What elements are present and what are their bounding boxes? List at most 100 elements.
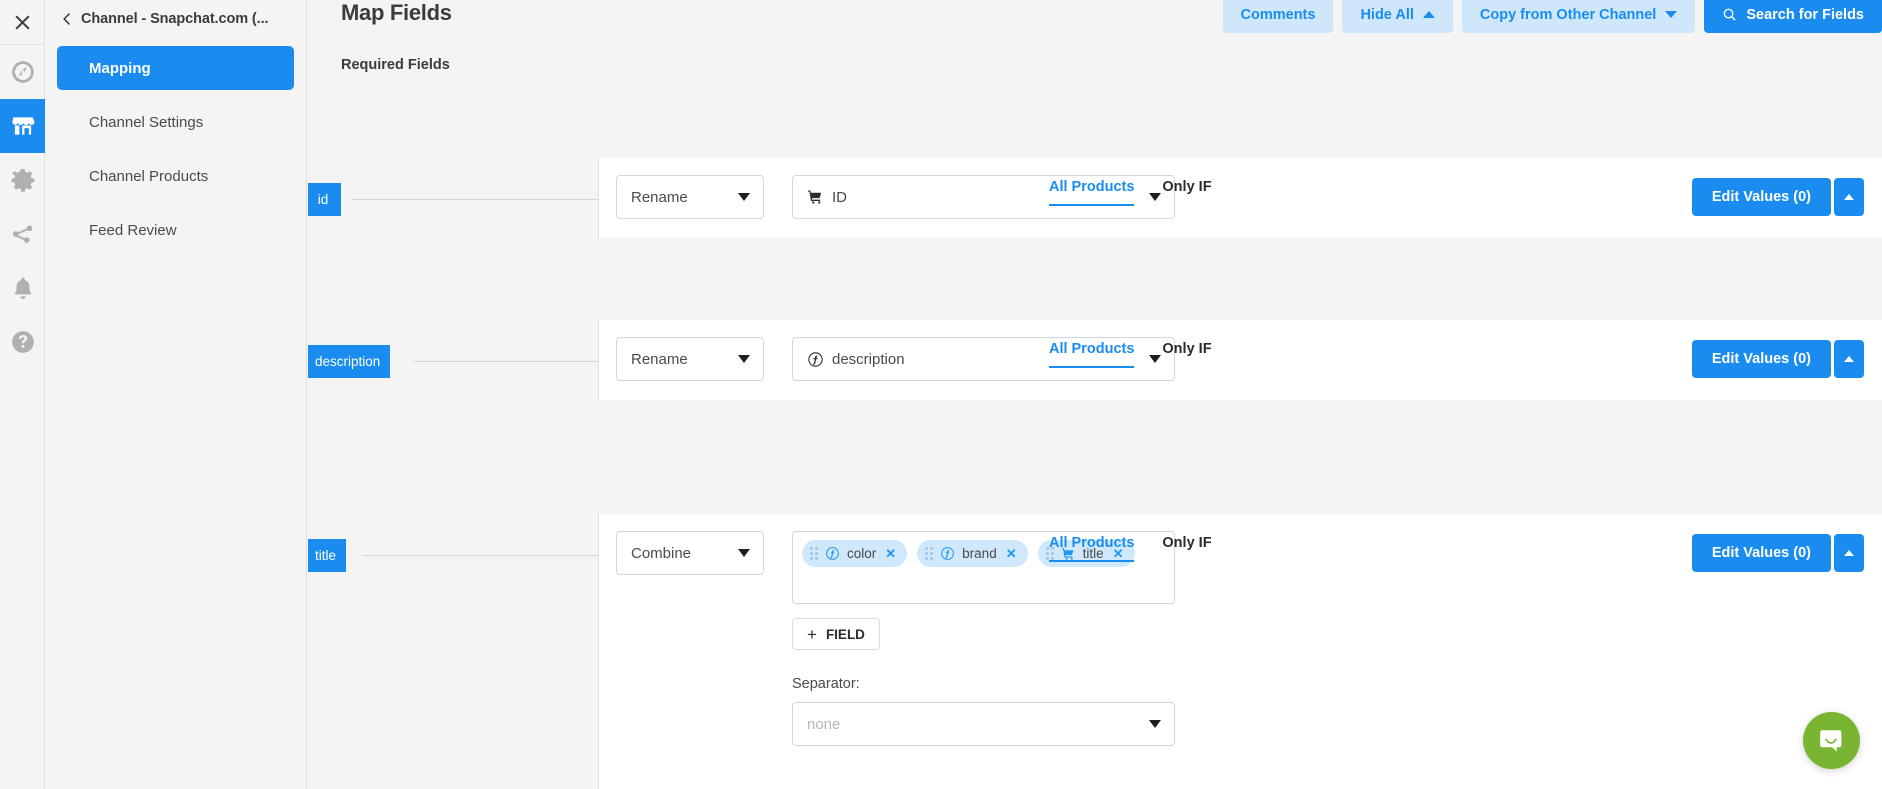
- separator-select[interactable]: none: [792, 702, 1175, 746]
- tab-label: Only IF: [1162, 341, 1211, 357]
- chat-bubble-icon: [1818, 727, 1846, 755]
- tab-only-if[interactable]: Only IF: [1162, 179, 1211, 204]
- sidebar-item-channel-products[interactable]: Channel Products: [57, 154, 294, 198]
- edit-values-label: Edit Values (0): [1712, 189, 1811, 205]
- dashboard-icon: [10, 59, 36, 85]
- source-field-label: ID: [832, 189, 847, 206]
- separator-label: Separator:: [792, 676, 1175, 692]
- separator-value: none: [807, 716, 840, 733]
- sidebar-item-label: Feed Review: [89, 222, 177, 239]
- field-tag-description[interactable]: description: [308, 345, 390, 378]
- remove-chip-icon[interactable]: ✕: [885, 546, 896, 562]
- mapping-row-id: id Rename ID: [308, 158, 1882, 238]
- mapping-card: Combine color: [598, 514, 1882, 789]
- icon-rail: [0, 0, 45, 789]
- field-tag-id[interactable]: id: [308, 183, 341, 216]
- tab-label: All Products: [1049, 341, 1134, 357]
- search-icon: [1722, 7, 1737, 22]
- field-chip-label: color: [847, 546, 876, 561]
- field-chip[interactable]: brand ✕: [917, 540, 1027, 567]
- mode-select-value: Combine: [631, 545, 691, 562]
- back-button[interactable]: [53, 5, 81, 33]
- panel-header: Channel - Snapchat.com (...: [45, 0, 306, 38]
- store-icon: [10, 113, 36, 139]
- sidebar-item-feed-review[interactable]: Feed Review: [57, 208, 294, 252]
- chat-launcher-button[interactable]: [1803, 712, 1860, 769]
- comments-button[interactable]: Comments: [1223, 0, 1334, 33]
- cart-icon: [807, 189, 824, 205]
- tab-only-if[interactable]: Only IF: [1162, 535, 1211, 560]
- sidebar-item-label: Mapping: [89, 60, 151, 77]
- tab-all-products[interactable]: All Products: [1049, 535, 1134, 562]
- edit-values-button[interactable]: Edit Values (0): [1692, 178, 1831, 216]
- chevron-up-icon: [1844, 550, 1854, 556]
- field-tag-title[interactable]: title: [308, 539, 346, 572]
- rail-item-store[interactable]: [0, 99, 45, 153]
- edit-values-expand-button[interactable]: [1834, 178, 1864, 216]
- mapping-row-description: description Rename de: [308, 320, 1882, 400]
- rail-item-dashboard[interactable]: [0, 45, 45, 99]
- chevron-left-icon: [60, 12, 74, 26]
- tab-label: Only IF: [1162, 535, 1211, 551]
- close-window-button[interactable]: [0, 0, 45, 45]
- drag-handle-icon[interactable]: [925, 547, 933, 560]
- sidebar-item-channel-settings[interactable]: Channel Settings: [57, 100, 294, 144]
- edit-values-button[interactable]: Edit Values (0): [1692, 534, 1831, 572]
- source-field-label: description: [832, 351, 905, 368]
- gear-icon: [10, 167, 36, 193]
- function-icon: [825, 546, 840, 561]
- edit-values-expand-button[interactable]: [1834, 340, 1864, 378]
- tab-only-if[interactable]: Only IF: [1162, 341, 1211, 366]
- mapping-row-title: title Combine: [308, 514, 1882, 789]
- add-field-button[interactable]: + FIELD: [792, 618, 880, 650]
- mode-select-id[interactable]: Rename: [616, 175, 764, 219]
- mode-select-description[interactable]: Rename: [616, 337, 764, 381]
- channel-side-panel: Channel - Snapchat.com (... Mapping Chan…: [45, 0, 307, 789]
- plus-icon: +: [807, 626, 817, 643]
- edit-values-expand-button[interactable]: [1834, 534, 1864, 572]
- rail-item-help[interactable]: [0, 315, 45, 369]
- share-nodes-icon: [10, 221, 36, 247]
- tab-label: Only IF: [1162, 179, 1211, 195]
- chevron-up-icon: [1844, 194, 1854, 200]
- chevron-down-icon: [738, 355, 750, 363]
- copy-from-other-channel-label: Copy from Other Channel: [1480, 7, 1656, 23]
- rail-item-notifications[interactable]: [0, 261, 45, 315]
- scope-tabs-title: All Products Only IF: [1049, 535, 1212, 562]
- edit-values-label: Edit Values (0): [1712, 545, 1811, 561]
- hide-all-button[interactable]: Hide All: [1342, 0, 1452, 33]
- mode-select-title[interactable]: Combine: [616, 531, 764, 575]
- mapping-card: Rename description: [598, 320, 1882, 400]
- field-tag-label: id: [318, 192, 329, 207]
- field-chip[interactable]: color ✕: [802, 540, 907, 567]
- required-fields-label: Required Fields: [341, 57, 450, 73]
- search-for-fields-button[interactable]: Search for Fields: [1704, 0, 1882, 33]
- drag-handle-icon[interactable]: [810, 547, 818, 560]
- scope-tabs-id: All Products Only IF: [1049, 179, 1212, 206]
- copy-from-other-channel-button[interactable]: Copy from Other Channel: [1462, 0, 1695, 33]
- edit-values-button[interactable]: Edit Values (0): [1692, 340, 1831, 378]
- tab-all-products[interactable]: All Products: [1049, 341, 1134, 368]
- comments-label: Comments: [1241, 7, 1316, 23]
- hide-all-label: Hide All: [1360, 7, 1413, 23]
- edit-values-group-title: Edit Values (0): [1692, 534, 1864, 572]
- tab-label: All Products: [1049, 179, 1134, 195]
- close-icon: [13, 13, 32, 32]
- mode-select-value: Rename: [631, 189, 688, 206]
- channel-title: Channel - Snapchat.com (...: [81, 11, 268, 27]
- row-connector-line: [352, 199, 599, 200]
- chevron-down-icon: [738, 193, 750, 201]
- chevron-down-icon: [1665, 11, 1677, 18]
- tab-label: All Products: [1049, 535, 1134, 551]
- chevron-up-icon: [1844, 356, 1854, 362]
- rail-item-settings[interactable]: [0, 153, 45, 207]
- sidebar-item-mapping[interactable]: Mapping: [57, 46, 294, 90]
- sidebar-nav: Mapping Channel Settings Channel Product…: [45, 38, 306, 252]
- help-icon: [10, 329, 36, 355]
- tab-all-products[interactable]: All Products: [1049, 179, 1134, 206]
- bell-icon: [10, 275, 36, 301]
- field-chip-label: brand: [962, 546, 997, 561]
- remove-chip-icon[interactable]: ✕: [1006, 546, 1017, 562]
- chevron-down-icon: [1149, 720, 1161, 728]
- rail-item-connections[interactable]: [0, 207, 45, 261]
